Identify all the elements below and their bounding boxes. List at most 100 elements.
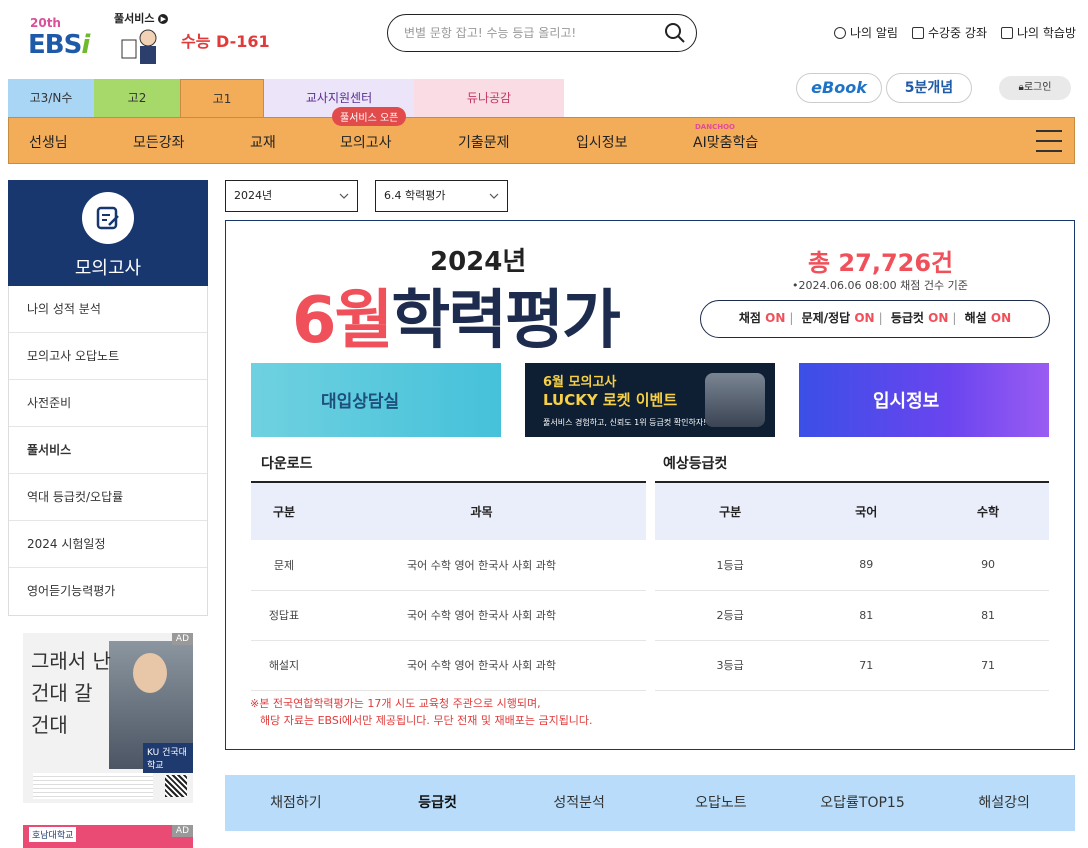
ad-konkuk[interactable]: 그래서 난 건대 갈 건대 KU 건국대학교 AD: [23, 633, 193, 803]
korean-cell: 81: [805, 590, 928, 641]
col-header: 구분: [655, 482, 806, 540]
my-study-room-link[interactable]: 나의 학습방: [1000, 24, 1076, 41]
bookmark-icon: [911, 26, 924, 39]
hamburger-menu-icon[interactable]: [1036, 130, 1062, 152]
nav-past-exams[interactable]: 기출문제: [458, 132, 510, 152]
total-count-basis: •2024.06.06 08:00 채점 건수 기준: [792, 279, 968, 292]
ebook-button[interactable]: eBook: [796, 73, 882, 103]
subject-links[interactable]: 국어 수학 영어 한국사 사회 과학: [317, 640, 646, 691]
service-status-pill: 채점 ON | 문제/정답 ON | 등급컷 ON | 해설 ON: [700, 300, 1050, 338]
mascot-illustration: [121, 29, 157, 64]
col-header: 국어: [805, 482, 928, 540]
subject-links[interactable]: 국어 수학 영어 한국사 사회 과학: [317, 540, 646, 591]
table-row: 해설지 국어 수학 영어 한국사 사회 과학: [251, 640, 646, 691]
ad-face: [133, 653, 167, 693]
qr-code-icon: [165, 775, 187, 797]
ad-slogan: 그래서 난 건대 갈 건대: [31, 649, 111, 737]
full-service-open-badge: 풀서비스 오픈: [332, 107, 407, 126]
korean-cell: 89: [805, 540, 928, 591]
sidebar-item-preparation[interactable]: 사전준비: [9, 380, 207, 427]
banner-event-line3: 풀서비스 경험하고, 신뢰도 1위 등급컷 확인하자!: [543, 418, 707, 427]
downloads-title: 다운로드: [261, 456, 313, 472]
sidebar-item-full-service[interactable]: 풀서비스: [9, 427, 207, 474]
logo-20th-badge: 20th: [30, 16, 61, 30]
clock-icon: [833, 26, 846, 39]
korean-cell: 71: [805, 640, 928, 691]
five-min-concept-button[interactable]: 5분개념: [886, 73, 972, 103]
my-alerts-link[interactable]: 나의 알림: [833, 24, 898, 41]
tab-grade-cut[interactable]: 등급컷: [367, 775, 509, 831]
math-cell: 81: [927, 590, 1049, 641]
my-courses-link[interactable]: 수강중 강좌: [911, 24, 987, 41]
total-count: 총 27,726건: [808, 249, 954, 277]
tab-score-analysis[interactable]: 성적분석: [508, 775, 650, 831]
subject-links[interactable]: 국어 수학 영어 한국사 사회 과학: [317, 590, 646, 641]
ad-fineprint: [33, 773, 153, 799]
tab-grade2[interactable]: 고2: [94, 79, 180, 117]
col-header: 구분: [251, 482, 317, 540]
banner-event-line1: 6월 모의고사: [543, 375, 617, 390]
full-service-label[interactable]: 풀서비스 ▶: [114, 10, 169, 26]
search-input[interactable]: [404, 23, 654, 43]
year-select-value: 2024년: [234, 189, 273, 202]
play-icon: ▶: [158, 14, 169, 24]
math-cell: 90: [927, 540, 1049, 591]
nav-admission-info[interactable]: 입시정보: [576, 132, 628, 152]
math-cell: 71: [927, 640, 1049, 691]
nav-all-courses[interactable]: 모든강좌: [133, 132, 185, 152]
table-row: 정답표 국어 수학 영어 한국사 사회 과학: [251, 590, 646, 641]
grade-cell: 3등급: [655, 640, 806, 691]
gradecut-title: 예상등급컷: [663, 456, 728, 472]
gradecut-table: 구분 국어 수학 1등급 89 90 2등급 81 81 3등급 71 71: [655, 481, 1049, 691]
login-button[interactable]: 🔒︎로그인: [999, 76, 1071, 100]
exam-panel: 2024년 6월학력평가 총 27,726건 •2024.06.06 08:00…: [225, 220, 1075, 750]
row-kind: 해설지: [251, 640, 317, 691]
grade-cell: 1등급: [655, 540, 806, 591]
chevron-down-icon: [489, 193, 499, 199]
logo-text: EBSi: [28, 30, 90, 60]
nav-ai-learning[interactable]: AI맞춤학습: [693, 132, 758, 152]
row-kind: 문제: [251, 540, 317, 591]
tab-duna[interactable]: 듀나공감: [414, 79, 564, 117]
sidebar-item-exam-schedule[interactable]: 2024 시험일정: [9, 521, 207, 568]
banner-consulting-label: 대입상담실: [321, 392, 400, 412]
nav-textbooks[interactable]: 교재: [250, 132, 276, 152]
col-header: 과목: [317, 482, 646, 540]
copyright-note: ※본 전국연합학력평가는 17개 시도 교육청 주관으로 시행되며, 해당 자료…: [250, 697, 593, 727]
grade-tabs: 고3/N수 고2 고1 교사지원센터 듀나공감: [8, 79, 564, 117]
search-box[interactable]: [387, 14, 697, 52]
tab-explanation-lectures[interactable]: 해설강의: [933, 775, 1075, 831]
sidebar-item-english-listening[interactable]: 영어듣기능력평가: [9, 568, 207, 615]
table-row: 문제 국어 수학 영어 한국사 사회 과학: [251, 540, 646, 591]
ad-tag: AD: [171, 633, 193, 645]
exam-title: 6월학력평가: [292, 284, 621, 358]
dday-counter: 수능 D-161: [181, 32, 270, 51]
tab-wrong-rate-top15[interactable]: 오답률TOP15: [792, 775, 934, 831]
search-icon[interactable]: [664, 22, 686, 44]
table-row: 2등급 81 81: [655, 590, 1049, 641]
tab-grade1[interactable]: 고1: [180, 79, 264, 117]
edit-note-icon: [82, 192, 134, 244]
ad-honam-logo: 호남대학교: [29, 827, 77, 842]
banner-admission-label: 입시정보: [873, 391, 940, 412]
exam-select[interactable]: 6.4 학력평가: [375, 180, 508, 212]
banner-consulting[interactable]: 대입상담실: [251, 363, 501, 437]
tab-wrong-note[interactable]: 오답노트: [650, 775, 792, 831]
nav-teachers[interactable]: 선생님: [29, 132, 68, 152]
sidebar-item-grade-cut-history[interactable]: 역대 등급컷/오답률: [9, 474, 207, 521]
banner-admission-info[interactable]: 입시정보: [799, 363, 1049, 437]
sidebar-item-wrong-note[interactable]: 모의고사 오답노트: [9, 333, 207, 380]
table-row: 3등급 71 71: [655, 640, 1049, 691]
nav-mock-exams[interactable]: 모의고사: [340, 132, 392, 152]
tab-scoring[interactable]: 채점하기: [225, 775, 367, 831]
year-select[interactable]: 2024년: [225, 180, 358, 212]
table-row: 1등급 89 90: [655, 540, 1049, 591]
sidebar-menu: 나의 성적 분석 모의고사 오답노트 사전준비 풀서비스 역대 등급컷/오답률 …: [8, 286, 208, 616]
banner-lucky-event[interactable]: 6월 모의고사 LUCKY 로켓 이벤트 풀서비스 경험하고, 신뢰도 1위 등…: [525, 363, 775, 437]
top-links: 나의 알림 수강중 강좌 나의 학습방: [833, 24, 1076, 41]
ad-honam[interactable]: 호남대학교 AD: [23, 825, 193, 848]
sidebar-header: 모의고사: [8, 180, 208, 286]
sidebar-item-score-analysis[interactable]: 나의 성적 분석: [9, 286, 207, 333]
tab-grade3[interactable]: 고3/N수: [8, 79, 94, 117]
ebsi-logo[interactable]: 20th EBSi 풀서비스 ▶ 수능 D-161: [28, 10, 278, 66]
